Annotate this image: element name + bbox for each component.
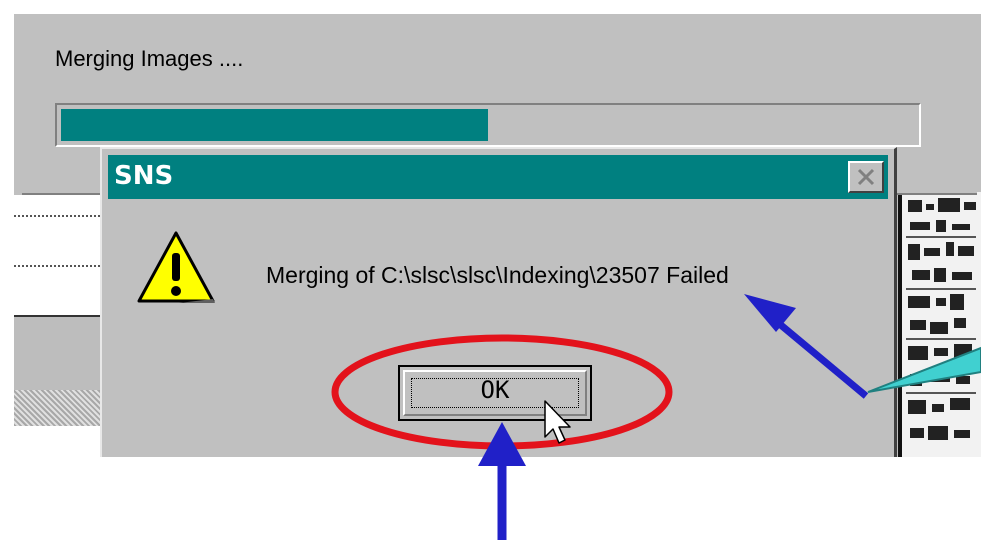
progress-bar xyxy=(55,103,921,147)
close-button[interactable] xyxy=(848,161,884,193)
background-panel xyxy=(14,317,100,390)
scrollbar-track[interactable] xyxy=(14,390,100,426)
progress-label: Merging Images .... xyxy=(55,46,244,71)
scanned-document-image xyxy=(898,192,981,457)
title-bar[interactable]: SNS xyxy=(108,155,888,199)
progress-fill xyxy=(61,109,488,141)
ok-button[interactable]: OK xyxy=(398,365,592,421)
dialog-title: SNS xyxy=(114,161,174,191)
dotted-row xyxy=(14,265,100,267)
ok-button-label: OK xyxy=(480,376,510,404)
dotted-row xyxy=(14,215,100,217)
close-icon xyxy=(857,168,875,186)
error-message: Merging of C:\slsc\slsc\Indexing\23507 F… xyxy=(266,262,729,288)
error-message-box: SNS Merging of C:\slsc\slsc\Indexing\235… xyxy=(100,147,897,457)
warning-icon xyxy=(137,231,215,303)
